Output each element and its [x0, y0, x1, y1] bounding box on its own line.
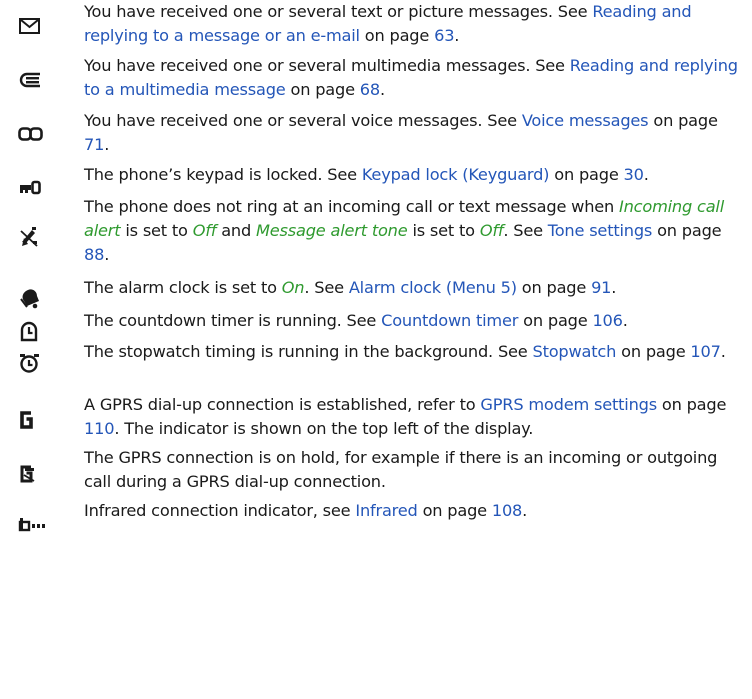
description-text: . — [522, 501, 528, 520]
cross-reference-link[interactable]: Keypad lock (Keyguard) — [362, 165, 550, 184]
indicator-description: You have received one or several text or… — [84, 0, 746, 48]
cross-reference-link[interactable]: 71 — [84, 135, 104, 154]
indicator-description: Infrared connection indicator, see Infra… — [84, 499, 746, 523]
description-text: You have received one or several text or… — [84, 2, 593, 21]
description-text: . — [720, 342, 726, 361]
description-text: You have received one or several multime… — [84, 56, 570, 75]
description-text: The phone does not ring at an incoming c… — [84, 197, 620, 216]
cross-reference-link[interactable]: 107 — [690, 342, 721, 361]
description-text: . — [643, 165, 649, 184]
description-text: on page — [417, 501, 492, 520]
indicator-description: The GPRS connection is on hold, for exam… — [84, 446, 746, 494]
description-text: . — [611, 278, 617, 297]
description-text: The phone’s keypad is locked. See — [84, 165, 362, 184]
cross-reference-link[interactable]: Infrared — [355, 501, 417, 520]
indicator-description: You have received one or several multime… — [84, 54, 746, 102]
description-text: . See — [503, 221, 548, 240]
cross-reference-link[interactable]: 30 — [624, 165, 644, 184]
cross-reference-link[interactable]: 106 — [592, 311, 623, 330]
cross-reference-link[interactable]: Voice messages — [522, 111, 649, 130]
indicator-description: The stopwatch timing is running in the b… — [84, 340, 746, 364]
infrared-icon — [18, 507, 58, 537]
cross-reference-link[interactable]: 63 — [434, 26, 454, 45]
description-text: on page — [549, 165, 624, 184]
description-text: Infrared connection indicator, see — [84, 501, 356, 520]
description-text: . — [104, 135, 110, 154]
cross-reference-link[interactable]: Tone settings — [548, 221, 653, 240]
description-text: on page — [656, 395, 727, 414]
description-text: on page — [616, 342, 691, 361]
indicator-description: The phone does not ring at an incoming c… — [84, 195, 746, 267]
cross-reference-link[interactable]: Alarm clock (Menu 5) — [349, 278, 517, 297]
description-text: . — [622, 311, 628, 330]
indicator-description: The countdown timer is running. See Coun… — [84, 309, 746, 333]
description-text: . — [454, 26, 460, 45]
multimedia-message-icon — [18, 66, 58, 96]
description-text: is set to — [407, 221, 480, 240]
envelope-icon — [18, 12, 58, 42]
description-text: on page — [285, 80, 360, 99]
description-text: is set to — [120, 221, 193, 240]
description-text: on page — [359, 26, 435, 45]
description-text: You have received one or several voice m… — [84, 111, 522, 130]
cross-reference-link[interactable]: GPRS modem settings — [480, 395, 657, 414]
cross-reference-link[interactable]: Countdown timer — [381, 311, 518, 330]
description-text: on page — [516, 278, 592, 297]
gprs-hold-icon — [18, 458, 58, 488]
description-text: on page — [518, 311, 593, 330]
indicator-description: A GPRS dial-up connection is established… — [84, 393, 746, 441]
alarm-bell-icon — [18, 283, 58, 313]
indicator-description: You have received one or several voice m… — [84, 109, 746, 157]
keypad-lock-icon — [18, 172, 58, 202]
description-text: . See — [304, 278, 349, 297]
description-text: on page — [652, 221, 722, 240]
cross-reference-link[interactable]: Stopwatch — [533, 342, 617, 361]
gprs-connected-icon — [18, 404, 58, 434]
setting-name: Off — [479, 221, 504, 240]
setting-name: Off — [192, 221, 217, 240]
description-text: . — [104, 245, 110, 264]
setting-name: On — [281, 278, 305, 297]
description-text: The alarm clock is set to — [84, 278, 282, 297]
description-text: The stopwatch timing is running in the b… — [84, 342, 533, 361]
countdown-timer-icon — [18, 317, 58, 347]
description-text: The countdown timer is running. See — [84, 311, 382, 330]
description-text: The GPRS connection is on hold, for exam… — [84, 448, 718, 491]
cross-reference-link[interactable]: 108 — [492, 501, 523, 520]
voicemail-icon — [18, 120, 58, 150]
description-text: on page — [648, 111, 718, 130]
description-text: . The indicator is shown on the top left… — [114, 419, 534, 438]
indicator-description: The alarm clock is set to On. See Alarm … — [84, 276, 746, 300]
description-text: and — [216, 221, 256, 240]
cross-reference-link[interactable]: 88 — [84, 245, 104, 264]
cross-reference-link[interactable]: 91 — [591, 278, 611, 297]
setting-name: Message alert tone — [256, 221, 408, 240]
stopwatch-icon — [18, 349, 58, 379]
description-text: . — [379, 80, 385, 99]
cross-reference-link[interactable]: 68 — [360, 80, 380, 99]
silent-mode-icon — [18, 222, 58, 252]
indicator-description: The phone’s keypad is locked. See Keypad… — [84, 163, 746, 187]
description-text: A GPRS dial-up connection is established… — [84, 395, 481, 414]
cross-reference-link[interactable]: 110 — [84, 419, 115, 438]
